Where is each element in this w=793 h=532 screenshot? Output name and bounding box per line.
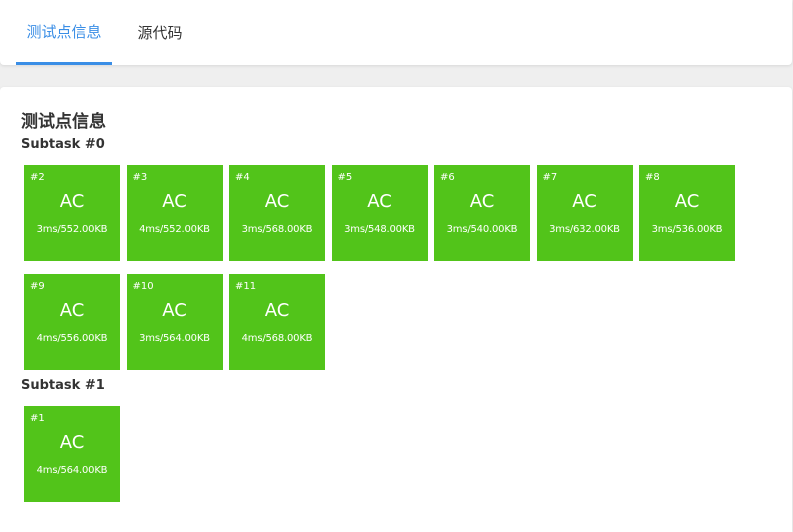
testcase-status: AC	[572, 191, 597, 212]
testcase-status: AC	[264, 300, 290, 321]
tab-testcase-info[interactable]: 测试点信息	[16, 0, 112, 65]
testcase-tile[interactable]: #1 AC 4ms/564.00KB	[24, 406, 120, 502]
testcase-status: AC	[162, 191, 187, 212]
testcase-id: #7	[542, 172, 558, 183]
tab-source-code[interactable]: 源代码	[124, 0, 196, 65]
testcase-id: #10	[132, 281, 154, 292]
testcase-status: AC	[469, 191, 495, 212]
testcase-status: AC	[674, 191, 700, 212]
section-title: 测试点信息	[21, 112, 106, 132]
testcase-time-memory: 3ms/564.00KB	[139, 333, 210, 344]
testcase-status: AC	[59, 432, 85, 453]
testcase-id: #5	[337, 172, 353, 183]
testcase-status: AC	[59, 191, 85, 212]
testcase-tile[interactable]: #10 AC 3ms/564.00KB	[126, 274, 223, 370]
subtask-title: Subtask #0	[21, 137, 105, 152]
testcase-status: AC	[162, 300, 187, 321]
testcase-time-memory: 3ms/548.00KB	[344, 224, 415, 235]
testcase-time-memory: 3ms/540.00KB	[446, 224, 518, 235]
testcase-tile[interactable]: #8 AC 3ms/536.00KB	[639, 165, 735, 261]
testcase-tile[interactable]: #6 AC 3ms/540.00KB	[434, 165, 530, 261]
testcase-time-memory: 3ms/568.00KB	[241, 224, 313, 235]
testcase-tile[interactable]: #2 AC 3ms/552.00KB	[24, 165, 120, 261]
testcase-id: #3	[132, 172, 148, 183]
testcase-id: #6	[440, 172, 455, 183]
testcase-tile[interactable]: #3 AC 4ms/552.00KB	[126, 165, 223, 261]
testcase-tile[interactable]: #5 AC 3ms/548.00KB	[331, 165, 428, 261]
testcase-tile[interactable]: #7 AC 3ms/632.00KB	[536, 165, 633, 261]
testcase-id: #8	[645, 172, 660, 183]
testcase-time-memory: 3ms/552.00KB	[36, 224, 108, 235]
testcase-tile[interactable]: #11 AC 4ms/568.00KB	[229, 274, 325, 370]
testcase-id: #2	[30, 172, 45, 183]
testcase-id: #9	[30, 281, 45, 292]
testcase-time-memory: 4ms/552.00KB	[139, 224, 210, 235]
testcase-status: AC	[59, 300, 85, 321]
testcase-tile[interactable]: #9 AC 4ms/556.00KB	[24, 274, 120, 370]
tab-label: 源代码	[137, 24, 183, 42]
subtask-title: Subtask #1	[21, 378, 105, 393]
tab-label: 测试点信息	[26, 22, 102, 41]
testcase-id: #4	[235, 172, 250, 183]
testcase-time-memory: 4ms/568.00KB	[241, 333, 313, 344]
testcase-grid: #1 AC 4ms/564.00KB	[24, 406, 764, 515]
testcase-status: AC	[264, 191, 290, 212]
testcase-grid: #2 AC 3ms/552.00KB #3 AC 4ms/552.00KB #4 AC 3ms/…	[24, 165, 764, 383]
testcase-time-memory: 4ms/564.00KB	[36, 465, 108, 476]
tab-bar: 测试点信息 源代码	[0, 0, 792, 65]
testcase-time-memory: 3ms/632.00KB	[549, 224, 620, 235]
testcase-id: #11	[235, 281, 257, 292]
testcase-time-memory: 4ms/556.00KB	[36, 333, 108, 344]
testcase-tile[interactable]: #4 AC 3ms/568.00KB	[229, 165, 325, 261]
testcase-panel: 测试点信息 Subtask #0 #2 AC 3ms/552.00KB #3 AC 4ms…	[0, 87, 792, 532]
testcase-time-memory: 3ms/536.00KB	[651, 224, 723, 235]
testcase-id: #1	[30, 413, 45, 424]
testcase-status: AC	[367, 191, 392, 212]
